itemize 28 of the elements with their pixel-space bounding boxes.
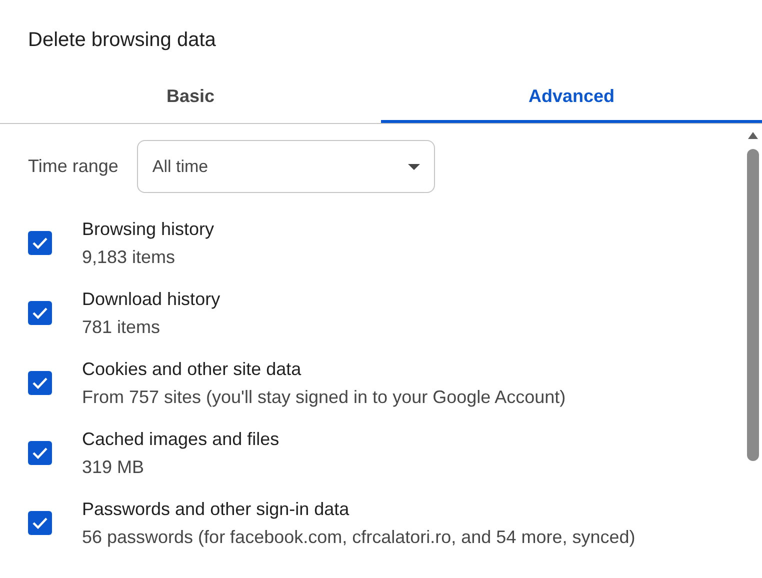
checkbox[interactable] (28, 371, 52, 395)
checkbox[interactable] (28, 511, 52, 535)
checkbox[interactable] (28, 231, 52, 255)
item-title: Download history (82, 288, 220, 311)
time-range-dropdown[interactable]: All time (137, 140, 436, 193)
checkbox[interactable] (28, 441, 52, 465)
checkbox[interactable] (28, 301, 52, 325)
scrollbar-thumb[interactable] (747, 149, 759, 461)
item-detail: 56 passwords (for facebook.com, cfrcalatori.ro, and 54 more, synced) (82, 526, 636, 549)
check-icon (32, 307, 48, 319)
item-title: Passwords and other sign-in data (82, 498, 350, 521)
item-detail: From 757 sites (you'll stay signed in to your Google Account) (82, 386, 566, 409)
tab[interactable]: Advanced (381, 70, 762, 123)
check-icon (32, 447, 48, 459)
time-range-label: Time range (28, 155, 118, 178)
dialog-title: Delete browsing data (28, 28, 216, 52)
caret-icon (408, 164, 420, 170)
item-detail: 781 items (82, 316, 162, 339)
item-title: Cached images and files (82, 428, 280, 451)
item-title: Browsing history (82, 218, 214, 241)
item-detail: 319 MB (82, 456, 146, 479)
item-title: Cookies and other site data (82, 358, 302, 381)
scroll-up-icon[interactable] (748, 132, 758, 139)
check-icon (32, 377, 48, 389)
check-icon (32, 517, 48, 529)
item-detail: 9,183 items (82, 246, 176, 269)
tab[interactable]: Basic (0, 70, 381, 123)
check-icon (32, 237, 48, 249)
